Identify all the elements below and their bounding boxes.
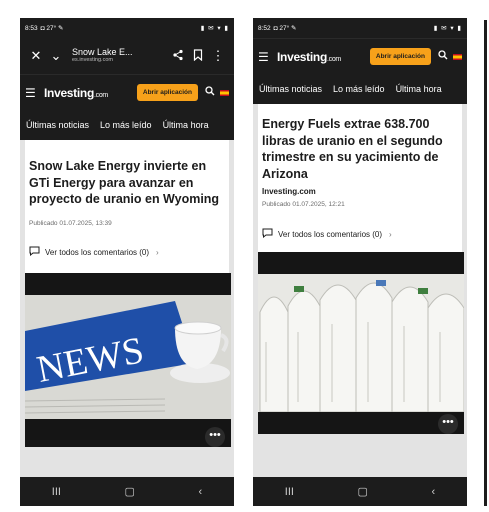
status-system-icons: ▮ ✉ ▾ ▮ [433, 25, 462, 32]
more-options-button[interactable]: ••• [205, 426, 225, 447]
tab-breaking[interactable]: Última hora [163, 120, 209, 130]
open-app-button[interactable]: Abrir aplicación [369, 48, 431, 65]
article-image: NEWS ••• [24, 272, 231, 447]
status-icons: ◘ 27° ✎ [273, 25, 297, 32]
news-newspaper-image: NEWS [24, 272, 231, 447]
article-image: ••• [258, 252, 465, 434]
recent-apps-icon[interactable]: III [285, 486, 294, 498]
comments-label: Ver todos los comentarios (0) [45, 248, 150, 257]
bookmark-icon[interactable] [188, 48, 208, 64]
back-icon[interactable]: ‹ [432, 486, 436, 498]
browser-toolbar: ✕ ⌄ Snow Lake E... es.investing.com ⋮ [20, 38, 234, 74]
android-nav-bar: III ▢ ‹ [253, 477, 467, 506]
publish-date: Publicado 01.07.2025, 13:39 [29, 219, 112, 227]
article: Energy Fuels extrae 638.700 libras de ur… [258, 104, 465, 434]
comments-link[interactable]: Ver todos los comentarios (0) › [262, 222, 458, 246]
search-icon[interactable] [205, 86, 215, 99]
comment-icon [29, 246, 40, 259]
page-url: es.investing.com [72, 56, 113, 63]
investing-logo[interactable]: Investing.com [277, 50, 341, 64]
kebab-menu-icon[interactable]: ⋮ [208, 48, 228, 64]
comments-label: Ver todos los comentarios (0) [278, 229, 383, 239]
hamburger-menu-icon[interactable]: ☰ [258, 50, 274, 64]
chevron-right-icon: › [389, 229, 392, 239]
status-icons: ◘ 27° ✎ [40, 25, 64, 32]
chevron-down-icon[interactable]: ⌄ [46, 48, 66, 64]
tab-most-read[interactable]: Lo más leído [100, 120, 152, 130]
phone-screen-left: 8:53 ◘ 27° ✎ ▮ ✉ ▾ ▮ ✕ ⌄ Snow Lake E... … [20, 18, 234, 506]
android-nav-bar: III ▢ ‹ [20, 477, 234, 506]
open-app-button[interactable]: Abrir aplicación [136, 84, 198, 101]
site-header: ☰ Investing.com Abrir aplicación [20, 74, 234, 110]
article-headline: Energy Fuels extrae 638.700 libras de ur… [262, 117, 443, 181]
browser-title[interactable]: Snow Lake E... es.investing.com [72, 48, 168, 63]
back-icon[interactable]: ‹ [199, 486, 203, 498]
publish-date: Publicado 01.07.2025, 12:21 [262, 201, 345, 208]
article: Snow Lake Energy invierte en GTi Energy … [24, 140, 231, 447]
phone-screen-right: 8:52 ◘ 27° ✎ ▮ ✉ ▾ ▮ ☰ Investing.com Abr… [253, 18, 467, 506]
status-time: 8:52 [258, 24, 271, 32]
investing-logo[interactable]: Investing.com [44, 86, 108, 100]
status-time: 8:53 [25, 24, 38, 32]
recent-apps-icon[interactable]: III [52, 486, 61, 498]
share-icon[interactable] [168, 49, 188, 64]
home-icon[interactable]: ▢ [125, 485, 135, 498]
close-icon[interactable]: ✕ [26, 48, 46, 64]
tab-most-read[interactable]: Lo más leído [333, 84, 385, 94]
chevron-right-icon: › [156, 248, 159, 257]
stacked-newspapers-image [258, 252, 465, 434]
comments-link[interactable]: Ver todos los comentarios (0) › [29, 241, 225, 265]
status-bar: 8:53 ◘ 27° ✎ ▮ ✉ ▾ ▮ [20, 18, 234, 38]
tab-latest-news[interactable]: Últimas noticias [259, 84, 322, 94]
home-icon[interactable]: ▢ [358, 485, 368, 498]
comment-icon [262, 228, 273, 241]
spain-flag-icon[interactable] [453, 53, 462, 60]
hamburger-menu-icon[interactable]: ☰ [25, 86, 41, 100]
section-tabs: Últimas noticias Lo más leído Última hor… [20, 110, 234, 140]
status-system-icons: ▮ ✉ ▾ ▮ [200, 25, 229, 32]
section-tabs: Últimas noticias Lo más leído Última hor… [253, 74, 467, 104]
author-byline: Investing.com [262, 187, 316, 196]
search-icon[interactable] [438, 50, 448, 63]
edge-divider [484, 20, 487, 506]
status-bar: 8:52 ◘ 27° ✎ ▮ ✉ ▾ ▮ [253, 18, 467, 38]
tab-breaking[interactable]: Última hora [396, 84, 442, 94]
spain-flag-icon[interactable] [220, 89, 229, 96]
tab-latest-news[interactable]: Últimas noticias [26, 120, 89, 130]
more-options-button[interactable]: ••• [438, 414, 458, 434]
article-headline: Snow Lake Energy invierte en GTi Energy … [29, 159, 220, 206]
site-header: ☰ Investing.com Abrir aplicación [253, 38, 467, 74]
